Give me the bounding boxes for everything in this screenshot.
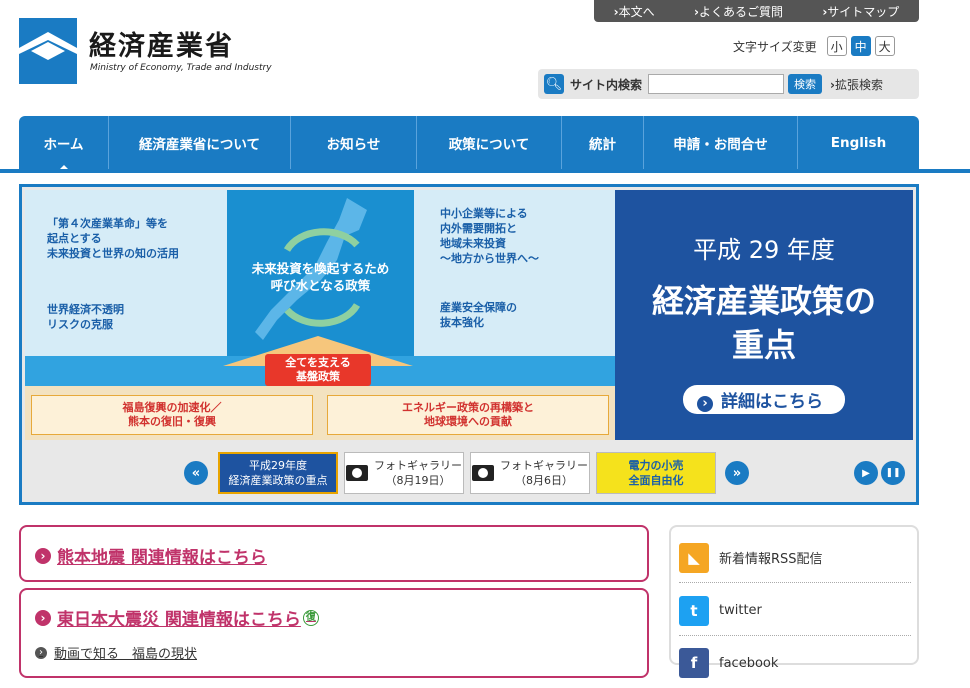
nav-policy[interactable]: 政策について [417,116,562,170]
nav-statistics[interactable]: 統計 [562,116,644,170]
font-size-small-button[interactable]: 小 [826,36,847,56]
camera-icon [472,465,494,481]
tohoku-earthquake-box: 東日本大震災 関連情報はこちら 復 動画で知る 福島の現状 [19,588,649,678]
kumamoto-earthquake-box: 熊本地震 関連情報はこちら [19,525,649,582]
feature-year: 平成 29 年度 [693,236,835,264]
thumb-electricity-liberalization[interactable]: 電力の小売 全面自由化 [596,452,716,494]
panel-sme-demand: 中小企業等による 内外需要開拓と 地域未来投資 ～地方から世界へ～ [440,207,539,265]
nav-english[interactable]: English [798,116,919,170]
search-button[interactable]: 検索 [788,74,823,94]
carousel-pause-button[interactable]: ❚❚ [881,461,905,485]
rss-icon: ◣ [679,542,709,573]
utility-links: 本文へ よくあるご質問 サイトマップ [594,0,919,22]
fukushima-video-link[interactable]: 動画で知る 福島の現状 [35,643,197,662]
font-size-label: 文字サイズ変更 [733,39,817,54]
site-search: 🔍︎ サイト内検索 検索 拡張検索 [538,69,919,99]
advanced-search-link[interactable]: 拡張検索 [830,76,883,93]
map-caption: 未来投資を喚起するため 呼び水となる政策 [251,261,390,293]
search-input[interactable] [648,74,785,94]
thumb-photo-gallery-0819[interactable]: フォトギャラリー （8月19日） [344,452,464,494]
meti-logo[interactable]: 経済産業省 Ministry of Economy, Trade and Ind… [19,18,279,88]
sitemap-link[interactable]: サイトマップ [822,3,899,20]
font-size-switcher: 文字サイズ変更 小 中 大 [733,36,895,56]
feature-title: 経済産業政策の 重点 [651,282,876,364]
skip-to-content-link[interactable]: 本文へ [614,3,655,20]
thumb-policy-priorities[interactable]: 平成29年度 経済産業政策の重点 [218,452,338,494]
feature-details-button[interactable]: 詳細はこちら [683,385,845,414]
panel-global-risk: 世界経済不透明 リスクの克服 [47,303,124,331]
twitter-icon: t [679,595,709,626]
thumb-photo-gallery-0806[interactable]: フォトギャラリー （8月6日） [470,452,590,494]
social-sidebar: ◣ 新着情報RSS配信 t twitter f facebook [669,525,919,678]
reconstruction-mark-icon: 復 [302,609,319,626]
search-icon: 🔍︎ [544,74,564,94]
energy-policy-box: エネルギー政策の再構築と 地球環境への貢献 [327,395,609,435]
font-size-large-button[interactable]: 大 [874,36,895,56]
nav-about[interactable]: 経済産業省について [109,116,291,170]
twitter-label: twitter [719,603,762,618]
japan-map-image: 未来投資を喚起するため 呼び水となる政策 [227,190,414,356]
tohoku-earthquake-link[interactable]: 東日本大震災 関連情報はこちら 復 [35,605,319,630]
foundation-policy-label: 全てを支える 基盤政策 [265,354,371,386]
panel-industrial-security: 産業安全保障の 抜本強化 [440,301,517,329]
facebook-link[interactable]: f facebook [679,638,911,688]
search-label: サイト内検索 [570,77,643,92]
rss-link[interactable]: ◣ 新着情報RSS配信 [679,533,911,583]
rss-label: 新着情報RSS配信 [719,552,823,567]
carousel-next-button[interactable]: » [725,461,749,485]
carousel-play-button[interactable]: ▶ [854,461,878,485]
nav-application-contact[interactable]: 申請・お問合せ [644,116,798,170]
logo-mark-icon [19,18,77,84]
camera-icon [346,465,368,481]
font-size-medium-button[interactable]: 中 [850,36,871,56]
panel-fourth-industrial-revolution: 「第４次産業革命」等を 起点とする 未来投資と世界の知の活用 [47,217,179,260]
nav-underline [0,169,970,173]
logo-english: Ministry of Economy, Trade and Industry [90,63,272,73]
carousel-thumbnails: « 平成29年度 経済産業政策の重点 フォトギャラリー （8月19日） フォトギャラ… [22,445,916,501]
nav-news[interactable]: お知らせ [291,116,417,170]
nav-home[interactable]: ホーム [19,116,109,170]
header: 経済産業省 Ministry of Economy, Trade and Ind… [0,0,970,116]
hero-slide[interactable]: 「第４次産業革命」等を 起点とする 未来投資と世界の知の活用 世界経済不透明 リスクの… [25,190,913,440]
facebook-icon: f [679,648,709,678]
kumamoto-earthquake-link[interactable]: 熊本地震 関連情報はこちら [35,543,267,568]
facebook-label: facebook [719,655,779,671]
carousel-prev-button[interactable]: « [184,461,208,485]
faq-link[interactable]: よくあるご質問 [694,3,783,20]
fukushima-kumamoto-box: 福島復興の加速化／ 熊本の復旧・復興 [31,395,313,435]
twitter-link[interactable]: t twitter [679,586,911,636]
hero-carousel: 「第４次産業革命」等を 起点とする 未来投資と世界の知の活用 世界経済不透明 リスクの… [19,184,919,505]
logo-japanese: 経済産業省 [89,31,234,62]
feature-panel: 平成 29 年度 経済産業政策の重点 詳細はこちら [615,190,913,440]
global-nav: ホーム 経済産業省について お知らせ 政策について 統計 申請・お問合せ Eng… [19,116,919,170]
